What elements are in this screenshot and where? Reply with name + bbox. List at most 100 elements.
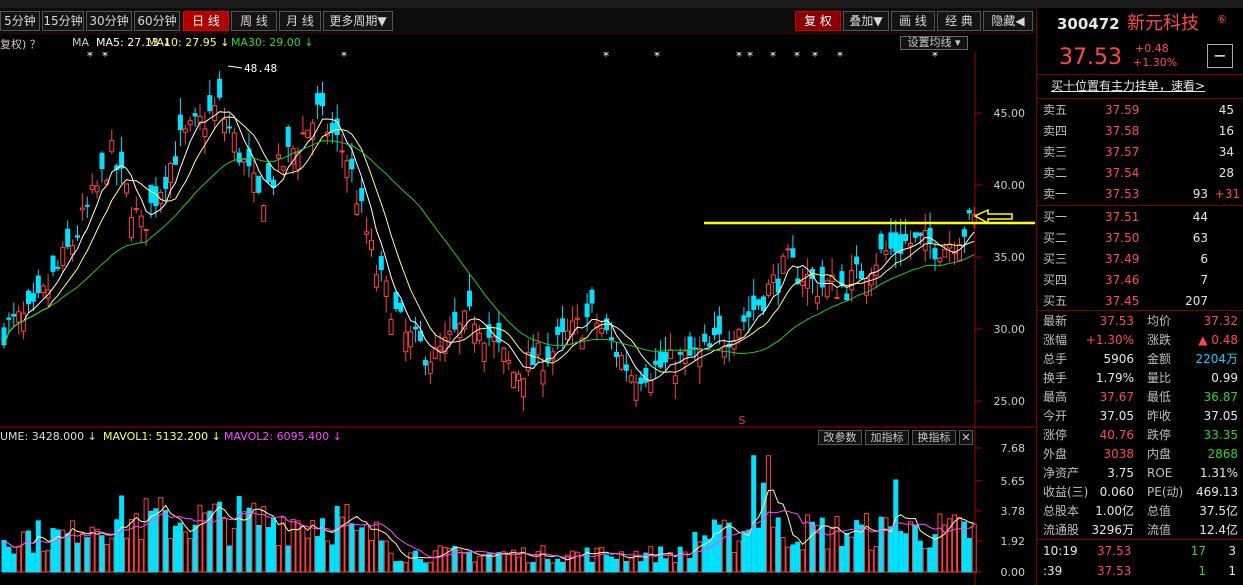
sell-row[interactable]: 卖一 37.53 93 +31 <box>1037 184 1243 205</box>
volume-bar <box>187 537 193 573</box>
candle-body <box>618 355 624 370</box>
candle-body <box>623 364 629 371</box>
main-force-banner[interactable]: 买十位置有主力挂单，速看> <box>1037 76 1243 97</box>
volume-bar <box>481 554 487 573</box>
candle-body <box>408 331 414 348</box>
buy-row[interactable]: 买四 37.46 7 <box>1037 270 1243 291</box>
tick-volume: 17 <box>1190 544 1206 558</box>
minus-icon[interactable]: − <box>1207 44 1233 68</box>
period-monthly-button[interactable]: 月 线 <box>279 11 321 31</box>
volume-bar <box>873 545 879 573</box>
volume-bar <box>756 527 762 573</box>
buy-row[interactable]: 买一 37.51 44 <box>1037 207 1243 228</box>
price-change: +0.48 <box>1135 42 1169 55</box>
volume-bar <box>94 528 100 573</box>
volume-bar <box>761 482 766 573</box>
stat-value: 3038 <box>1103 447 1134 461</box>
candle-body <box>231 132 237 153</box>
volume-bar <box>486 553 492 573</box>
buy-price: 37.49 <box>1105 252 1140 266</box>
candle-body <box>878 233 884 250</box>
restore-rights-button[interactable]: 复 权 <box>795 11 841 31</box>
stat-label: 流值 <box>1147 523 1172 537</box>
volume-bar <box>388 552 394 573</box>
volume-bar <box>26 530 31 573</box>
sell-level-label: 卖二 <box>1043 166 1068 180</box>
candle-body <box>65 228 71 247</box>
volume-bar <box>795 541 801 573</box>
stock-name-mark: ⑥ <box>1217 13 1227 26</box>
candle-body <box>99 152 105 169</box>
volume-bar <box>393 561 399 573</box>
volume-bar <box>471 561 477 573</box>
candle-body <box>707 343 713 347</box>
stat-value: 0.060 <box>1099 485 1134 499</box>
volume-bar <box>1 539 7 573</box>
ma-label: MA <box>72 36 90 49</box>
candle-body <box>746 311 752 318</box>
tick-row: 10:19 37.53 17 3 <box>1037 541 1243 561</box>
ma-legend: 复权) ？ MA MA5: 27.13 ↓ MA10: 27.95 ↓ MA30… <box>0 35 1035 51</box>
candle-body <box>481 342 487 362</box>
period-weekly-button[interactable]: 周 线 <box>231 11 277 31</box>
sell-volume: 93 <box>1192 187 1208 201</box>
candle-body <box>756 299 762 306</box>
volume-bar <box>109 537 115 573</box>
stat-value: 33.35 <box>1203 428 1238 442</box>
hide-panel-button[interactable]: 隐藏◀ <box>983 11 1033 31</box>
buy-row[interactable]: 买二 37.50 63 <box>1037 228 1243 249</box>
stat-row: 最新 37.53 均价 37.32 <box>1037 312 1243 331</box>
stat-value: 2204万 <box>1195 352 1238 366</box>
candle-body <box>765 283 771 296</box>
sell-row[interactable]: 卖五 37.59 45 <box>1037 100 1243 121</box>
draw-line-button[interactable]: 画 线 <box>891 11 935 31</box>
volume-bar <box>359 527 365 573</box>
buy-row[interactable]: 买五 37.45 207 <box>1037 291 1243 312</box>
sell-row[interactable]: 卖四 37.58 16 <box>1037 121 1243 142</box>
candle-body <box>942 249 948 258</box>
main-force-banner-text[interactable]: 买十位置有主力挂单，速看> <box>1051 76 1205 97</box>
period-60min-button[interactable]: 60分钟 <box>134 11 180 31</box>
set-ma-button[interactable]: 设置均线 ▾ <box>900 36 968 50</box>
candle-body <box>177 114 183 131</box>
volume-bar <box>868 549 874 573</box>
volume-bar <box>192 524 198 573</box>
classic-button[interactable]: 经 典 <box>937 11 981 31</box>
candle-body <box>540 370 546 385</box>
stat-label: 收益(三) <box>1043 485 1089 499</box>
volume-bar <box>883 517 889 573</box>
overlay-dropdown[interactable]: 叠加▼ <box>843 11 889 31</box>
period-daily-button[interactable]: 日 线 <box>183 11 229 31</box>
candle-body <box>261 204 267 222</box>
volume-bar <box>271 517 276 573</box>
candle-body <box>275 154 281 159</box>
tick-count: 1 <box>1228 564 1236 578</box>
tick-time: 10:19 <box>1043 544 1078 558</box>
volume-bar <box>501 551 507 573</box>
sell-row[interactable]: 卖三 37.57 34 <box>1037 142 1243 163</box>
candle-body <box>658 351 664 368</box>
candle-body <box>344 160 350 179</box>
volume-bar <box>173 525 178 573</box>
volume-bar <box>648 546 654 573</box>
period-5min-button[interactable]: 5分钟 <box>0 11 40 31</box>
volume-bar <box>579 555 585 573</box>
volume-bar <box>35 520 41 573</box>
volume-bar <box>143 498 149 573</box>
sell-row[interactable]: 卖二 37.54 28 <box>1037 163 1243 184</box>
candle-body <box>364 231 370 235</box>
buy-level-label: 买五 <box>1043 294 1068 308</box>
tick-count: 3 <box>1228 544 1236 558</box>
candle-body <box>643 367 649 383</box>
stat-value: 3296万 <box>1091 523 1134 537</box>
volume-bar <box>408 552 414 573</box>
more-periods-dropdown[interactable]: 更多周期▼ <box>323 11 393 31</box>
candle-body <box>814 296 820 304</box>
period-15min-button[interactable]: 15分钟 <box>42 11 84 31</box>
event-star-marker: * <box>932 52 938 63</box>
period-30min-button[interactable]: 30分钟 <box>86 11 132 31</box>
stat-label: 涨幅 <box>1043 333 1068 347</box>
candle-body <box>187 120 193 126</box>
buy-row[interactable]: 买三 37.49 6 <box>1037 249 1243 270</box>
volume-bar <box>344 503 350 573</box>
